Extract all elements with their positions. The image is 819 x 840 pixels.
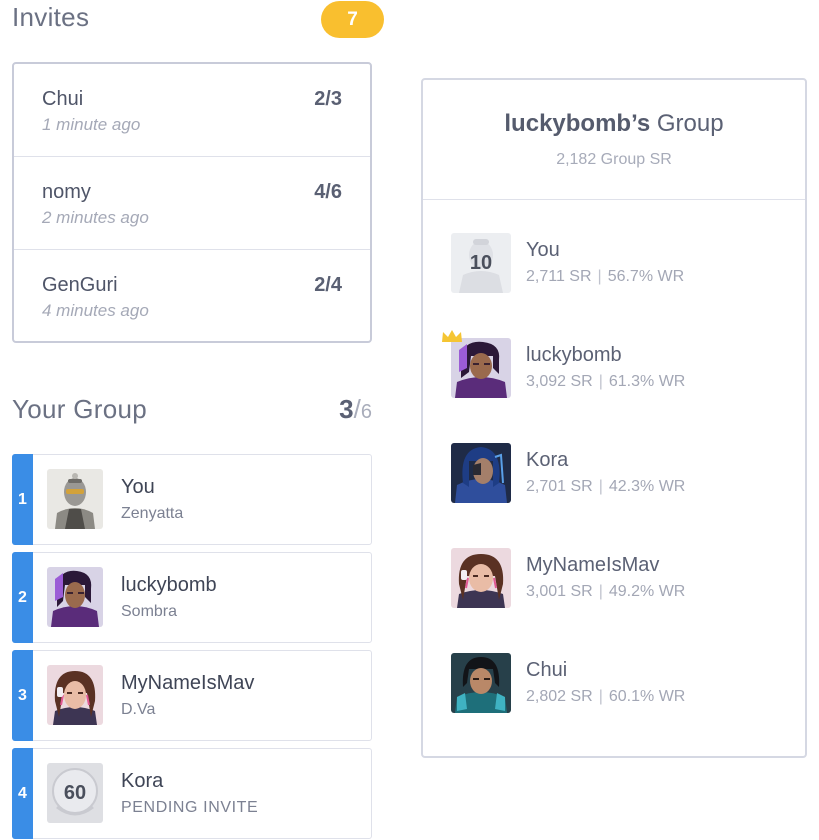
invite-group-size: 2/4 bbox=[314, 274, 342, 296]
player-name: luckybomb bbox=[526, 344, 622, 366]
group-title-suffix: Group bbox=[650, 110, 724, 137]
group-member-card[interactable]: 4 60 Kora PENDING INVITE bbox=[12, 748, 372, 839]
group-panel-title: luckybomb’s Group bbox=[423, 110, 805, 138]
dva-avatar-icon bbox=[451, 548, 511, 608]
player-sr: 2,711 SR bbox=[526, 268, 592, 285]
zenyatta-avatar-icon bbox=[47, 469, 103, 529]
member-name: Kora bbox=[121, 770, 164, 792]
group-panel-header: luckybomb’s Group 2,182 Group SR bbox=[423, 80, 805, 200]
player-name: Chui bbox=[526, 659, 568, 681]
member-name: luckybomb bbox=[121, 574, 217, 596]
invite-item[interactable]: Chui 1 minute ago 2/3 bbox=[14, 64, 370, 157]
player-sr: 3,092 SR bbox=[526, 373, 593, 390]
invite-time: 2 minutes ago bbox=[42, 208, 149, 227]
dva-avatar-icon bbox=[47, 665, 103, 725]
stat-divider: | bbox=[598, 688, 603, 705]
player-stats: 3,001 SR | 49.2% WR bbox=[526, 583, 685, 601]
player-winrate: 42.3% WR bbox=[608, 478, 686, 495]
player-winrate: 61.3% WR bbox=[608, 373, 686, 390]
stat-divider: | bbox=[597, 268, 602, 285]
group-member-card[interactable]: 3 MyNameIsMav D.Va bbox=[12, 650, 372, 741]
invite-time: 4 minutes ago bbox=[42, 301, 149, 320]
player-name: You bbox=[526, 239, 560, 261]
member-hero: D.Va bbox=[121, 701, 156, 718]
invite-name: Chui bbox=[42, 88, 84, 110]
sombra-avatar-icon bbox=[451, 338, 511, 398]
stat-divider: | bbox=[598, 373, 603, 390]
level-badge-icon: 60 bbox=[47, 763, 103, 823]
group-size-counter: 3/6 bbox=[339, 394, 372, 425]
group-player-row[interactable]: Kora 2,701 SR | 42.3% WR bbox=[451, 443, 781, 505]
player-stats: 2,802 SR | 60.1% WR bbox=[526, 688, 685, 706]
stat-divider: | bbox=[598, 583, 603, 600]
player-name: Kora bbox=[526, 449, 569, 471]
group-owner-name: luckybomb’s bbox=[504, 110, 651, 137]
member-rank: 1 bbox=[12, 454, 33, 545]
player-stats: 2,701 SR | 42.3% WR bbox=[526, 478, 685, 496]
player-sr: 2,701 SR bbox=[526, 478, 593, 495]
player-winrate: 49.2% WR bbox=[608, 583, 686, 600]
invite-name: GenGuri bbox=[42, 274, 118, 296]
pharah-avatar-icon bbox=[451, 653, 511, 713]
member-rank: 2 bbox=[12, 552, 33, 643]
group-player-row[interactable]: MyNameIsMav 3,001 SR | 49.2% WR bbox=[451, 548, 781, 610]
group-size-separator: / bbox=[353, 394, 361, 424]
group-player-row[interactable]: 10 You 2,711 SR | 56.7% WR bbox=[451, 233, 781, 295]
your-group-header: Your Group 3/6 bbox=[12, 394, 372, 430]
invite-item[interactable]: nomy 2 minutes ago 4/6 bbox=[14, 157, 370, 250]
member-name: You bbox=[121, 476, 155, 498]
invites-count-badge: 7 bbox=[321, 1, 384, 38]
group-size-max: 6 bbox=[360, 401, 372, 423]
member-rank: 3 bbox=[12, 650, 33, 741]
invites-list: Chui 1 minute ago 2/3 nomy 2 minutes ago… bbox=[12, 62, 372, 343]
invite-name: nomy bbox=[42, 181, 91, 203]
member-status: PENDING INVITE bbox=[121, 799, 259, 816]
member-rank: 4 bbox=[12, 748, 33, 839]
invites-header: Invites 7 bbox=[12, 0, 384, 40]
invite-item[interactable]: GenGuri 4 minutes ago 2/4 bbox=[14, 250, 370, 343]
group-detail-panel: luckybomb’s Group 2,182 Group SR 10 You … bbox=[421, 78, 807, 758]
group-player-row[interactable]: luckybomb 3,092 SR | 61.3% WR bbox=[442, 330, 781, 400]
sombra-avatar-icon bbox=[47, 567, 103, 627]
ana-avatar-icon bbox=[451, 443, 511, 503]
member-name: MyNameIsMav bbox=[121, 672, 255, 694]
invite-group-size: 4/6 bbox=[314, 181, 342, 203]
invite-time: 1 minute ago bbox=[42, 115, 141, 134]
player-winrate: 60.1% WR bbox=[608, 688, 686, 705]
group-sr: 2,182 Group SR bbox=[556, 151, 672, 168]
invite-group-size: 2/3 bbox=[314, 88, 342, 110]
stat-divider: | bbox=[598, 478, 603, 495]
group-member-card[interactable]: 1 You Zenyatta bbox=[12, 454, 372, 545]
group-player-row[interactable]: Chui 2,802 SR | 60.1% WR bbox=[451, 653, 781, 715]
level-badge-icon: 10 bbox=[451, 233, 511, 293]
member-hero: Zenyatta bbox=[121, 505, 184, 522]
crown-icon bbox=[441, 329, 463, 343]
player-winrate: 56.7% WR bbox=[607, 268, 685, 285]
player-sr: 2,802 SR bbox=[526, 688, 593, 705]
player-level: 10 bbox=[469, 251, 493, 274]
invites-title: Invites bbox=[12, 2, 90, 32]
player-level: 60 bbox=[63, 781, 87, 804]
player-name: MyNameIsMav bbox=[526, 554, 660, 576]
player-stats: 3,092 SR | 61.3% WR bbox=[526, 373, 685, 391]
group-member-card[interactable]: 2 luckybomb Sombra bbox=[12, 552, 372, 643]
player-sr: 3,001 SR bbox=[526, 583, 593, 600]
your-group-title: Your Group bbox=[12, 394, 148, 424]
player-stats: 2,711 SR | 56.7% WR bbox=[526, 268, 684, 286]
member-hero: Sombra bbox=[121, 603, 178, 620]
group-size-current: 3 bbox=[339, 394, 354, 424]
